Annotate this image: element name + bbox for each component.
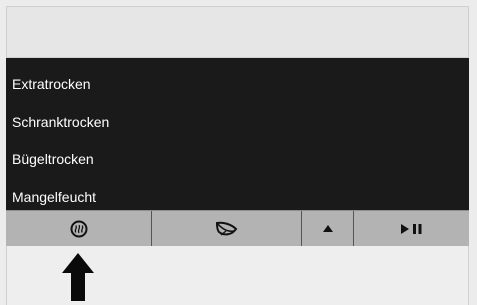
menu-item-buegeltrocken[interactable]: Bügeltrocken bbox=[12, 150, 94, 168]
leaf-eco-icon bbox=[215, 221, 237, 236]
top-panel bbox=[6, 6, 469, 58]
eco-button[interactable] bbox=[152, 211, 302, 246]
play-pause-icon bbox=[400, 223, 421, 234]
menu-item-extratrocken[interactable]: Extratrocken bbox=[12, 75, 91, 93]
softkey-toolbar bbox=[6, 210, 469, 246]
heater-icon bbox=[70, 220, 87, 237]
program-menu-display: Extratrocken Schranktrocken Bügeltrocken… bbox=[6, 58, 469, 210]
menu-item-mangelfeucht[interactable]: Mangelfeucht bbox=[12, 188, 96, 206]
start-pause-button[interactable] bbox=[354, 211, 469, 246]
heater-button[interactable] bbox=[6, 211, 152, 246]
menu-item-schranktrocken[interactable]: Schranktrocken bbox=[12, 113, 109, 131]
arrow-up-icon bbox=[62, 253, 94, 301]
up-button[interactable] bbox=[302, 211, 354, 246]
triangle-up-icon bbox=[322, 225, 333, 232]
